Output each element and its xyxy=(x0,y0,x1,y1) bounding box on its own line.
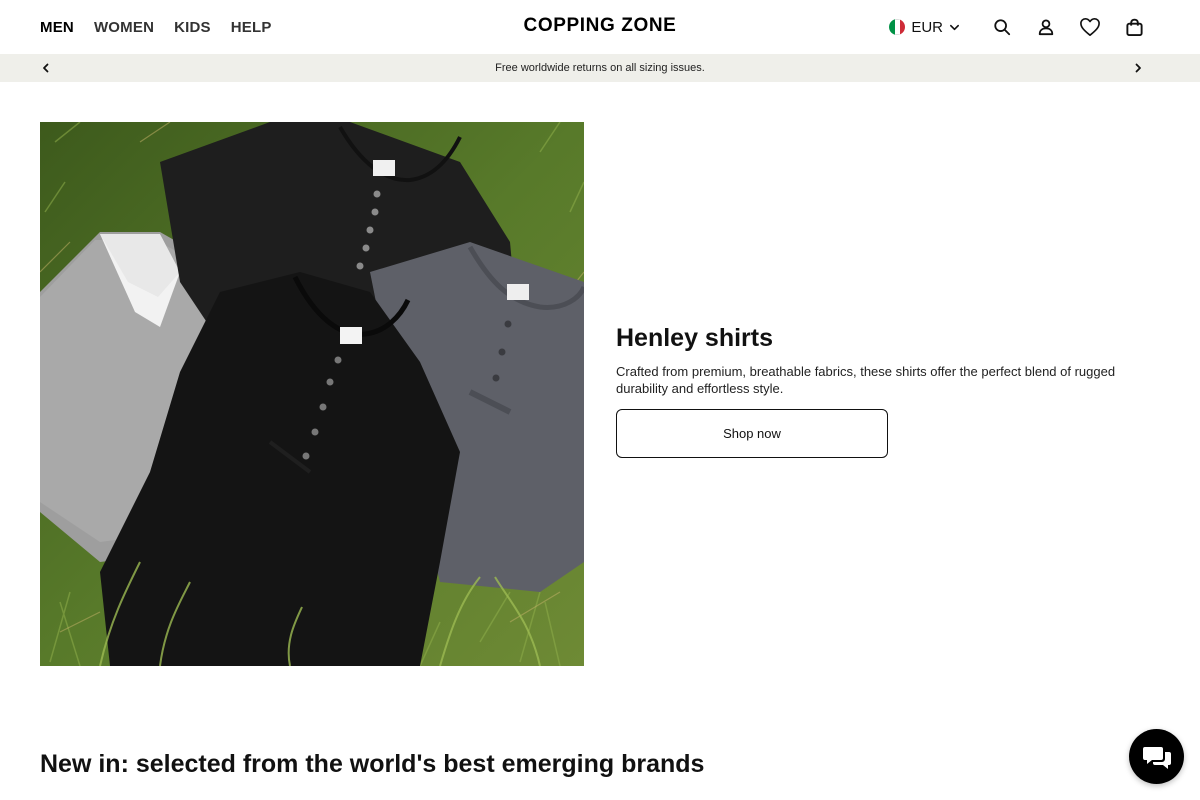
italy-flag-icon xyxy=(889,19,906,35)
chat-bubbles-icon xyxy=(1142,746,1171,769)
currency-selector[interactable]: EUR xyxy=(889,19,960,36)
announcement-bar: Free worldwide returns on all sizing iss… xyxy=(0,54,1200,82)
hero-image[interactable] xyxy=(40,122,584,666)
hero-content: Henley shirts Crafted from premium, brea… xyxy=(616,324,1136,458)
site-logo[interactable]: COPPING ZONE xyxy=(524,15,677,36)
header-actions: EUR xyxy=(889,0,1156,54)
announcement-prev-button[interactable] xyxy=(32,54,60,82)
cart-button[interactable] xyxy=(1112,7,1156,47)
wishlist-button[interactable] xyxy=(1068,7,1112,47)
nav-item-kids[interactable]: KIDS xyxy=(174,19,211,36)
search-button[interactable] xyxy=(980,7,1024,47)
chevron-left-icon xyxy=(43,63,49,73)
new-in-section-title: New in: selected from the world's best e… xyxy=(40,750,705,778)
shop-now-button[interactable]: Shop now xyxy=(616,409,888,458)
wishlist-heart-icon xyxy=(1080,18,1100,36)
chevron-right-icon xyxy=(1135,63,1141,73)
chevron-down-icon xyxy=(950,24,959,30)
search-icon xyxy=(994,19,1011,36)
henley-shirts-photo xyxy=(40,122,584,666)
cart-bag-icon xyxy=(1125,18,1143,36)
account-icon xyxy=(1038,19,1054,36)
account-button[interactable] xyxy=(1024,7,1068,47)
chat-button[interactable] xyxy=(1129,729,1184,784)
nav-item-men[interactable]: MEN xyxy=(40,19,74,36)
nav-item-help[interactable]: HELP xyxy=(231,19,272,36)
hero-description: Crafted from premium, breathable fabrics… xyxy=(616,364,1116,396)
announcement-next-button[interactable] xyxy=(1124,54,1152,82)
currency-label: EUR xyxy=(911,18,943,36)
announcement-text: Free worldwide returns on all sizing iss… xyxy=(495,62,705,74)
main-nav: MEN WOMEN KIDS HELP xyxy=(40,0,272,54)
hero-title: Henley shirts xyxy=(616,324,774,352)
site-header: MEN WOMEN KIDS HELP COPPING ZONE EUR xyxy=(0,0,1200,54)
nav-item-women[interactable]: WOMEN xyxy=(94,19,154,36)
